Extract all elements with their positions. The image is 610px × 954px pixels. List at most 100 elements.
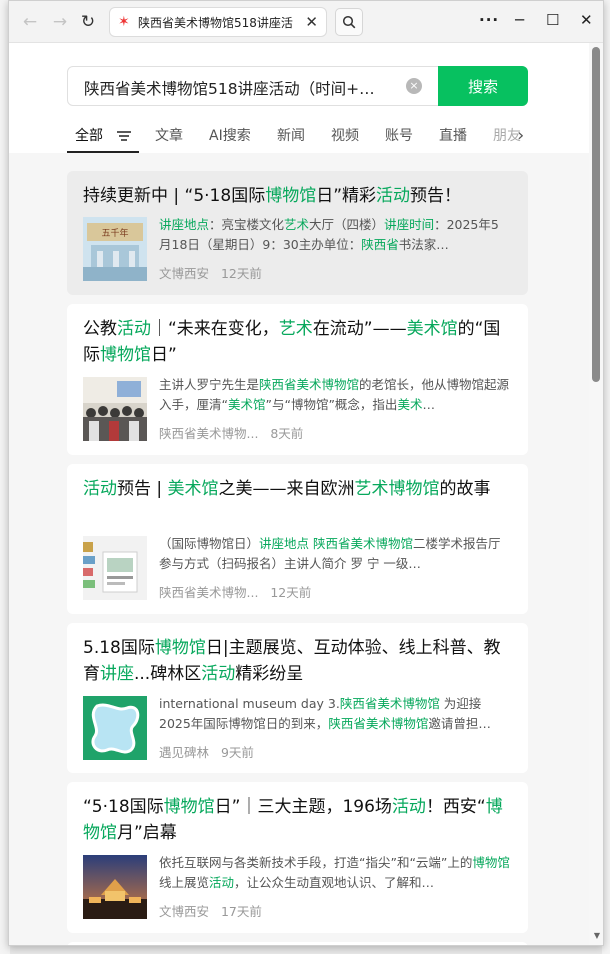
highlighted-keyword: 陕西省美术博物馆 xyxy=(339,696,440,711)
tab-ai-search[interactable]: AI搜索 xyxy=(209,125,251,145)
result-time: 8天前 xyxy=(270,426,304,441)
highlighted-keyword: 活动 xyxy=(201,664,236,684)
search-box[interactable]: 陕西省美术博物馆518讲座活动（时间+… × 搜索 xyxy=(67,66,528,106)
text-segment: 邀请曾担… xyxy=(428,716,491,731)
result-card[interactable]: 公教活动｜“未来在变化，艺术在流动”——美术馆的“国际博物馆日” 主讲人罗宁先生… xyxy=(67,304,528,455)
result-thumbnail xyxy=(83,536,147,600)
tab-live[interactable]: 直播 xyxy=(439,125,467,145)
text-segment: 的故事 xyxy=(439,479,491,499)
text-segment: （国际博物馆日） xyxy=(159,536,260,551)
reload-button[interactable]: ↻ xyxy=(75,9,101,35)
tab-videos[interactable]: 视频 xyxy=(331,125,359,145)
highlighted-keyword: 美术馆 xyxy=(406,319,458,339)
result-card-partial[interactable] xyxy=(67,942,528,945)
result-card[interactable]: 活动预告 | 美术馆之美——来自欧洲艺术博物馆的故事 （国际博物馆日）讲座地点 … xyxy=(67,464,528,614)
result-time: 17天前 xyxy=(220,904,262,919)
forward-button[interactable]: → xyxy=(47,9,73,35)
result-source[interactable]: 遇见碑林 xyxy=(159,745,209,760)
active-tab-underline xyxy=(67,151,139,153)
result-snippet: 依托互联网与各类新技术手段，打造“指尖”和“云端”上的博物馆线上展览活动，让公众… xyxy=(159,853,511,893)
close-window-button[interactable]: ✕ xyxy=(580,11,593,29)
text-segment: 依托互联网与各类新技术手段，打造“指尖”和“云端”上的 xyxy=(159,855,473,870)
result-card[interactable]: 持续更新中 | “5·18国际博物馆日”精彩活动预告！ 五千年 讲座地点：亮宝楼… xyxy=(67,171,528,295)
tab-title: 陕西省美术博物馆518讲座活 xyxy=(138,15,293,30)
result-title[interactable]: “5·18国际博物馆日”｜三大主题，196场活动！西安“博物馆月”启幕 xyxy=(83,794,513,846)
result-meta: 陕西省美术博物... 8天前 xyxy=(159,423,303,442)
text-segment: 预告！ xyxy=(410,186,462,206)
result-source[interactable]: 文博西安 xyxy=(159,904,209,919)
text-segment: international museum day 3. xyxy=(159,696,340,711)
highlighted-keyword: 博物馆 xyxy=(154,638,206,658)
highlighted-keyword: 博物馆 xyxy=(100,345,151,365)
text-segment: 主讲人罗宁先生是 xyxy=(159,377,260,392)
text-segment: 日”精彩 xyxy=(316,186,377,206)
highlighted-keyword: 活动 xyxy=(376,186,411,206)
minimize-button[interactable]: ─ xyxy=(515,11,524,29)
scroll-down-icon[interactable]: ▼ xyxy=(594,931,600,940)
highlighted-keyword: 讲座地点 xyxy=(159,217,210,232)
tab-all[interactable]: 全部 xyxy=(75,125,132,145)
text-segment: 公教 xyxy=(83,319,117,339)
result-meta: 文博西安 17天前 xyxy=(159,901,262,920)
highlighted-keyword: 博物馆 xyxy=(163,797,215,817)
highlighted-keyword: 博物馆 xyxy=(265,186,317,206)
result-title[interactable]: 活动预告 | 美术馆之美——来自欧洲艺术博物馆的故事 xyxy=(83,476,513,502)
browser-tab[interactable]: ✶ 陕西省美术博物馆518讲座活 ✕ xyxy=(109,7,327,37)
more-menu-button[interactable]: ··· xyxy=(479,11,499,29)
filter-tabs: 全部 文章 AI搜索 新闻 视频 账号 直播 朋友 xyxy=(67,125,537,153)
result-snippet: （国际博物馆日）讲座地点 陕西省美术博物馆二楼学术报告厅 参与方式（扫码报名）主… xyxy=(159,534,511,574)
highlighted-keyword: 活动 xyxy=(83,479,117,499)
highlighted-keyword: 讲座时间 xyxy=(384,217,435,232)
text-segment: ！西安“ xyxy=(425,797,486,817)
text-segment: 精彩纷呈 xyxy=(235,664,304,684)
text-segment: 日”｜三大主题，196场 xyxy=(214,797,392,817)
result-card[interactable]: 5.18国际博物馆日|主题展览、互动体验、线上科普、教育讲座...碑林区活动精彩… xyxy=(67,623,528,773)
highlighted-keyword: 活动 xyxy=(391,797,426,817)
result-title[interactable]: 公教活动｜“未来在变化，艺术在流动”——美术馆的“国际博物馆日” xyxy=(83,316,513,368)
result-snippet: 主讲人罗宁先生是陕西省美术博物馆的老馆长，他从博物馆起源入手，厘清“美术馆”与“… xyxy=(159,375,511,415)
highlighted-keyword: 讲座地点 陕西省美术博物馆 xyxy=(259,536,413,551)
result-source[interactable]: 陕西省美术博物... xyxy=(159,426,258,441)
back-button[interactable]: ← xyxy=(17,9,43,35)
result-card[interactable]: “5·18国际博物馆日”｜三大主题，196场活动！西安“博物馆月”启幕 依托互联… xyxy=(67,782,528,933)
filter-icon[interactable] xyxy=(117,130,132,142)
text-segment: 线上展览 xyxy=(159,875,210,890)
search-button[interactable]: 搜索 xyxy=(438,66,528,106)
highlighted-keyword: 陕西省美术博物馆 xyxy=(259,377,360,392)
result-meta: 陕西省美术博物... 12天前 xyxy=(159,582,311,601)
text-segment: 大厅（四楼） xyxy=(309,217,385,232)
result-title[interactable]: 5.18国际博物馆日|主题展览、互动体验、线上科普、教育讲座...碑林区活动精彩… xyxy=(83,635,513,687)
result-source[interactable]: 文博西安 xyxy=(159,266,209,281)
result-title[interactable]: 持续更新中 | “5·18国际博物馆日”精彩活动预告！ xyxy=(83,183,513,209)
tab-news[interactable]: 新闻 xyxy=(277,125,305,145)
clear-search-button[interactable]: × xyxy=(406,78,422,94)
highlighted-keyword: 活动 xyxy=(117,319,151,339)
maximize-button[interactable]: ☐ xyxy=(546,11,559,29)
highlighted-keyword: 艺术 xyxy=(284,217,310,232)
tab-articles[interactable]: 文章 xyxy=(155,125,183,145)
text-segment: 日” xyxy=(151,345,177,365)
highlighted-keyword: 活动 xyxy=(209,875,235,890)
scrollbar-thumb[interactable] xyxy=(592,47,600,382)
app-logo-icon: ✶ xyxy=(118,14,130,30)
result-thumbnail xyxy=(83,855,147,919)
text-segment: 5.18国际 xyxy=(83,638,155,658)
highlighted-keyword: 博物馆 xyxy=(472,855,510,870)
result-source[interactable]: 陕西省美术博物... xyxy=(159,585,258,600)
search-tab-button[interactable] xyxy=(335,8,363,36)
text-segment: ｜“未来在变化， xyxy=(151,319,279,339)
result-thumbnail: 五千年 xyxy=(83,217,147,281)
title-bar: ← → ↻ ✶ 陕西省美术博物馆518讲座活 ✕ ··· ─ ☐ ✕ xyxy=(9,1,603,43)
text-segment: 月”启幕 xyxy=(117,823,177,843)
result-snippet: international museum day 3.陕西省美术博物馆 为迎接2… xyxy=(159,694,511,734)
tab-accounts[interactable]: 账号 xyxy=(385,125,413,145)
search-results-page: 陕西省美术博物馆518讲座活动（时间+… × 搜索 全部 文章 AI搜索 新闻 … xyxy=(9,43,589,945)
search-input[interactable]: 陕西省美术博物馆518讲座活动（时间+… xyxy=(84,77,400,99)
result-meta: 遇见碑林 9天前 xyxy=(159,742,254,761)
tab-all-label: 全部 xyxy=(75,128,103,144)
tab-close-button[interactable]: ✕ xyxy=(305,13,318,31)
search-icon xyxy=(342,15,356,29)
highlighted-keyword: 艺术博物馆 xyxy=(354,479,440,499)
text-segment: ：亮宝楼文化 xyxy=(209,217,285,232)
chevron-right-icon[interactable]: › xyxy=(517,125,524,146)
